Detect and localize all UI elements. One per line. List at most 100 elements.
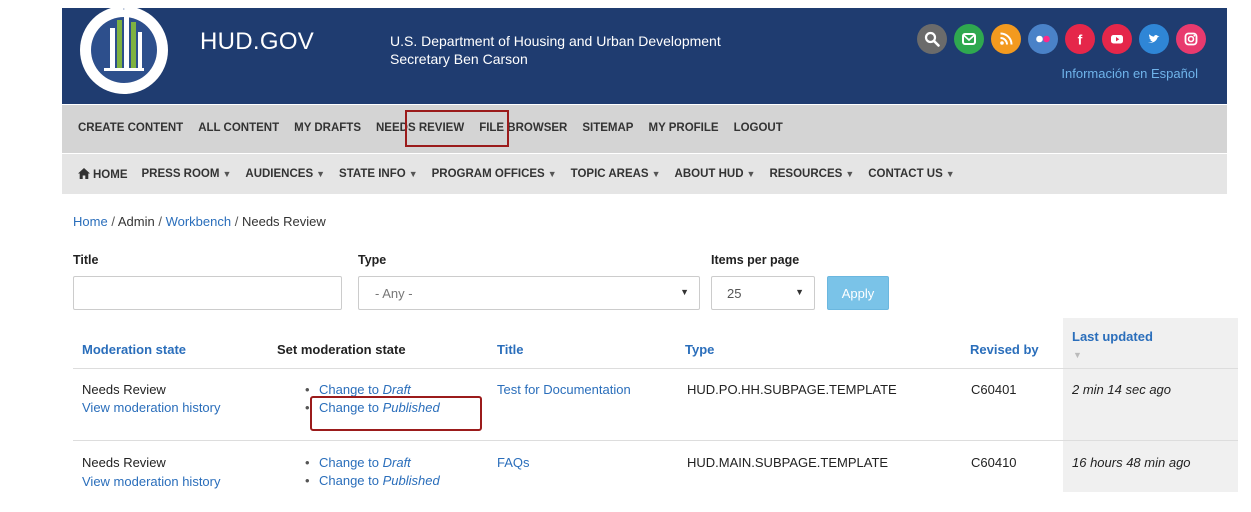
youtube-icon[interactable] (1102, 24, 1132, 54)
nav-audiences[interactable]: AUDIENCES ▼ (245, 168, 325, 181)
breadcrumb-current: Needs Review (241, 214, 326, 229)
facebook-icon[interactable]: f (1065, 24, 1095, 54)
breadcrumb-separator: / (111, 214, 115, 229)
site-brand[interactable]: HUD.GOV (200, 28, 314, 56)
breadcrumb-separator: / (234, 214, 239, 229)
row-revised-by: C60401 (971, 382, 1017, 397)
spanish-link[interactable]: Información en Español (1061, 66, 1198, 81)
nav-program-offices-label: PROGRAM OFFICES (431, 168, 545, 180)
change-to-draft-link[interactable]: Change to Draft (302, 454, 440, 472)
caret-down-icon: ▼ (651, 169, 661, 179)
col-moderation-state[interactable]: Moderation state (82, 342, 186, 357)
change-to-text: Change to (319, 455, 379, 470)
needs-review-highlight (405, 110, 509, 147)
caret-down-icon: ▼ (316, 169, 326, 179)
change-to-published-highlight (310, 396, 482, 431)
breadcrumb-separator: / (158, 214, 162, 229)
breadcrumb-admin: Admin (117, 214, 155, 229)
nav-about-hud-label: ABOUT HUD (674, 168, 744, 180)
table-header: Moderation state Set moderation state Ti… (73, 318, 1238, 368)
row-state: Needs Review (82, 382, 166, 397)
site-header: · HUD.GOV U.S. Department of Housing and… (62, 6, 1227, 104)
col-type[interactable]: Type (685, 342, 714, 357)
change-to-published-link[interactable]: Change to Published (302, 472, 440, 490)
svg-text:f: f (1078, 32, 1083, 48)
col-last-updated[interactable]: Last updated (1072, 329, 1153, 344)
type-filter-value: - Any - (375, 286, 413, 301)
nav-press-room[interactable]: PRESS ROOM ▼ (142, 168, 232, 181)
caret-down-icon: ▼ (680, 287, 689, 297)
items-per-page-value: 25 (727, 286, 742, 301)
row-last-updated: 2 min 14 sec ago (1072, 382, 1172, 397)
nav-contact-us[interactable]: CONTACT US ▼ (868, 168, 954, 181)
change-to-text: Change to (319, 473, 379, 488)
caret-down-icon: ▼ (408, 169, 418, 179)
instagram-icon[interactable] (1176, 24, 1206, 54)
sort-indicator-icon: ▼ (1073, 350, 1082, 360)
items-per-page-select[interactable]: 25 ▼ (711, 276, 815, 310)
menu-create-content[interactable]: CREATE CONTENT (78, 122, 183, 134)
moderation-actions: Change to Draft Change to Published (302, 454, 440, 490)
type-filter-select[interactable]: - Any - ▼ (358, 276, 700, 310)
items-per-page-label: Items per page (711, 253, 800, 267)
row-divider (73, 368, 1238, 369)
main-navigation: HOME PRESS ROOM ▼ AUDIENCES ▼ STATE INFO ▼ … (62, 154, 1227, 194)
breadcrumb-home[interactable]: Home (73, 214, 108, 229)
nav-home-label: HOME (93, 169, 128, 181)
col-revised-by[interactable]: Revised by (970, 342, 1039, 357)
row-title-link[interactable]: Test for Documentation (497, 381, 631, 399)
title-filter-label: Title (73, 253, 99, 267)
caret-down-icon: ▼ (845, 169, 855, 179)
col-title[interactable]: Title (497, 342, 524, 357)
svg-text:·: · (123, 7, 125, 13)
caret-down-icon: ▼ (746, 169, 756, 179)
row-revised-by: C60410 (971, 455, 1017, 470)
department-name: U.S. Department of Housing and Urban Dev… (390, 32, 721, 68)
caret-down-icon: ▼ (547, 169, 557, 179)
menu-my-drafts[interactable]: MY DRAFTS (294, 122, 361, 134)
nav-press-room-label: PRESS ROOM (141, 168, 220, 180)
nav-resources[interactable]: RESOURCES ▼ (769, 168, 854, 181)
caret-down-icon: ▼ (222, 169, 232, 179)
nav-topic-areas[interactable]: TOPIC AREAS ▼ (571, 168, 661, 181)
nav-resources-label: RESOURCES (769, 168, 843, 180)
nav-state-info-label: STATE INFO (339, 168, 406, 180)
published-label: Published (382, 473, 440, 488)
nav-program-offices[interactable]: PROGRAM OFFICES ▼ (432, 168, 557, 181)
secretary-line: Secretary Ben Carson (390, 51, 528, 67)
menu-sitemap[interactable]: SITEMAP (582, 122, 633, 134)
email-icon[interactable] (954, 24, 984, 54)
view-moderation-history-link[interactable]: View moderation history (82, 399, 221, 417)
search-icon[interactable] (917, 24, 947, 54)
apply-button[interactable]: Apply (827, 276, 889, 310)
home-icon (78, 168, 90, 179)
breadcrumb-workbench[interactable]: Workbench (166, 214, 232, 229)
nav-topic-areas-label: TOPIC AREAS (570, 168, 649, 180)
breadcrumb: Home / Admin / Workbench / Needs Review (73, 214, 326, 229)
draft-label: Draft (382, 382, 411, 397)
row-title-link[interactable]: FAQs (497, 454, 530, 472)
title-filter-input[interactable] (73, 276, 342, 310)
nav-state-info[interactable]: STATE INFO ▼ (339, 168, 418, 181)
social-icons: f (917, 24, 1206, 54)
col-set-moderation-state: Set moderation state (277, 342, 406, 357)
row-state: Needs Review (82, 455, 166, 470)
menu-all-content[interactable]: ALL CONTENT (198, 122, 279, 134)
row-type: HUD.PO.HH.SUBPAGE.TEMPLATE (687, 382, 897, 397)
twitter-icon[interactable] (1139, 24, 1169, 54)
menu-logout[interactable]: LOGOUT (734, 122, 783, 134)
caret-down-icon: ▼ (795, 287, 804, 297)
nav-about-hud[interactable]: ABOUT HUD ▼ (675, 168, 756, 181)
change-to-text: Change to (319, 382, 379, 397)
row-type: HUD.MAIN.SUBPAGE.TEMPLATE (687, 455, 889, 470)
draft-label: Draft (382, 455, 411, 470)
rss-icon[interactable] (991, 24, 1021, 54)
view-moderation-history-link[interactable]: View moderation history (82, 473, 221, 491)
menu-my-profile[interactable]: MY PROFILE (648, 122, 718, 134)
type-filter-label: Type (358, 253, 387, 267)
flickr-icon[interactable] (1028, 24, 1058, 54)
nav-home[interactable]: HOME (78, 168, 128, 181)
hud-seal-logo[interactable]: · (76, 2, 172, 98)
row-divider (73, 440, 1238, 441)
caret-down-icon: ▼ (945, 169, 955, 179)
